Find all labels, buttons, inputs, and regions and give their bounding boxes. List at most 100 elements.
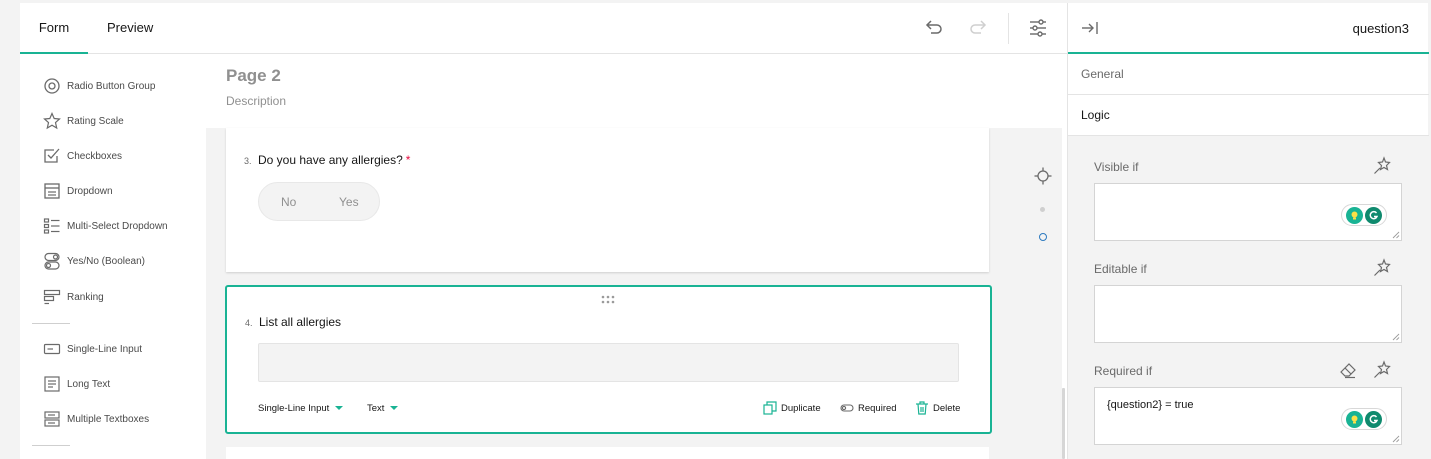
question-card-3[interactable]: 3. Do you have any allergies? * No Yes bbox=[226, 128, 989, 272]
chevron-down-icon bbox=[390, 406, 399, 410]
toolbox-divider bbox=[32, 323, 70, 324]
toolbox-item-label: Multiple Textboxes bbox=[67, 413, 150, 425]
chevron-down-icon bbox=[335, 406, 344, 410]
duplicate-button[interactable]: Duplicate bbox=[763, 401, 821, 415]
required-label: Required bbox=[858, 402, 897, 414]
bulb-icon bbox=[1346, 206, 1363, 224]
multi-select-icon bbox=[42, 216, 62, 236]
scrollbar[interactable] bbox=[1062, 388, 1065, 459]
collapse-panel-icon[interactable] bbox=[1080, 18, 1100, 38]
toolbox-item-multi-select-dropdown[interactable]: Multi-Select Dropdown bbox=[42, 215, 168, 237]
toolbox-item-label: Rating Scale bbox=[67, 115, 124, 127]
ranking-icon bbox=[42, 287, 62, 307]
navigator-current-page[interactable] bbox=[1039, 233, 1047, 241]
editable-if-input[interactable] bbox=[1094, 285, 1402, 343]
multiple-textboxes-icon bbox=[42, 409, 62, 429]
tab-form[interactable]: Form bbox=[20, 3, 88, 54]
selected-element-name: question3 bbox=[1352, 21, 1409, 36]
design-surface: Page 2 Description 3. Do you have any al… bbox=[206, 54, 1062, 459]
section-general[interactable]: General bbox=[1068, 54, 1429, 95]
tab-preview[interactable]: Preview bbox=[107, 3, 153, 53]
page-description[interactable]: Description bbox=[226, 94, 286, 108]
delete-button[interactable]: Delete bbox=[915, 401, 960, 415]
toolbox-item-long-text[interactable]: Long Text bbox=[42, 373, 110, 395]
question-number: 3. bbox=[244, 156, 252, 166]
toolbox-divider bbox=[32, 445, 70, 446]
drag-handle-icon[interactable] bbox=[601, 291, 615, 304]
dropdown-icon bbox=[42, 181, 62, 201]
checkbox-icon bbox=[42, 146, 62, 166]
logic-section-body: Visible if Editable if Required if {ques… bbox=[1068, 136, 1429, 459]
boolean-option-yes[interactable]: Yes bbox=[339, 195, 359, 209]
top-toolbar: Form Preview bbox=[20, 3, 1067, 54]
question-number: 4. bbox=[245, 318, 253, 328]
question-card-next[interactable] bbox=[226, 447, 989, 459]
question-card-4[interactable]: 4. List all allergies Single-Line Input … bbox=[225, 285, 992, 434]
required-if-value: {question2} = true bbox=[1107, 399, 1194, 411]
resize-grip-icon[interactable] bbox=[1392, 231, 1400, 239]
toolbox-item-ranking[interactable]: Ranking bbox=[42, 286, 104, 308]
question-title[interactable]: List all allergies bbox=[259, 315, 341, 329]
radio-group-icon bbox=[42, 76, 62, 96]
section-logic[interactable]: Logic bbox=[1068, 95, 1429, 136]
toolbox-item-label: Dropdown bbox=[67, 185, 113, 197]
toolbox-item-multiple-textboxes[interactable]: Multiple Textboxes bbox=[42, 408, 149, 430]
crosshair-icon[interactable] bbox=[1034, 167, 1052, 185]
page-header: Page 2 Description bbox=[206, 54, 1062, 128]
required-mark: * bbox=[405, 153, 411, 167]
single-line-input-icon bbox=[42, 339, 62, 359]
duplicate-icon bbox=[763, 401, 777, 415]
input-type-dropdown[interactable]: Text bbox=[367, 401, 399, 415]
magic-wand-icon[interactable] bbox=[1372, 156, 1392, 176]
visible-if-input[interactable] bbox=[1094, 183, 1402, 241]
question-type-dropdown[interactable]: Single-Line Input bbox=[258, 401, 344, 415]
required-if-input[interactable]: {question2} = true bbox=[1094, 387, 1402, 445]
boolean-option-no[interactable]: No bbox=[281, 195, 296, 209]
page-title[interactable]: Page 2 bbox=[226, 66, 281, 86]
visible-if-label: Visible if bbox=[1094, 160, 1139, 174]
toolbox-item-label: Multi-Select Dropdown bbox=[67, 220, 168, 232]
toolbox-item-label: Ranking bbox=[67, 291, 104, 303]
single-line-text-input[interactable] bbox=[258, 343, 959, 382]
required-if-label: Required if bbox=[1094, 364, 1153, 378]
toolbox-item-single-line-input[interactable]: Single-Line Input bbox=[42, 338, 142, 360]
grammarly-widget[interactable] bbox=[1341, 204, 1387, 226]
delete-label: Delete bbox=[933, 402, 961, 414]
toolbox-item-label: Checkboxes bbox=[67, 150, 123, 162]
question-title[interactable]: Do you have any allergies? * bbox=[258, 153, 410, 167]
resize-grip-icon[interactable] bbox=[1392, 435, 1400, 443]
left-gutter bbox=[0, 0, 20, 459]
sliders-icon[interactable] bbox=[1027, 17, 1049, 39]
star-icon bbox=[42, 111, 62, 131]
section-label: General bbox=[1081, 67, 1124, 81]
toolbox-item-radio-group[interactable]: Radio Button Group bbox=[42, 75, 155, 97]
required-toggle[interactable]: Required bbox=[840, 401, 897, 415]
redo-icon[interactable] bbox=[967, 17, 989, 39]
grammarly-widget[interactable] bbox=[1341, 408, 1387, 430]
bulb-icon bbox=[1346, 410, 1363, 428]
survey-creator: Form Preview Radio Button Group Rating S… bbox=[0, 0, 1431, 459]
toolbox-item-checkboxes[interactable]: Checkboxes bbox=[42, 145, 122, 167]
toolbar-divider bbox=[1008, 13, 1009, 44]
toolbox-item-rating-scale[interactable]: Rating Scale bbox=[42, 110, 124, 132]
toggle-icon bbox=[42, 251, 62, 271]
input-type-label: Text bbox=[367, 402, 385, 414]
question-type-label: Single-Line Input bbox=[258, 402, 330, 414]
grammarly-icon bbox=[1365, 206, 1382, 224]
toolbox-item-dropdown[interactable]: Dropdown bbox=[42, 180, 113, 202]
property-grid: question3 General Logic Visible if Edita… bbox=[1067, 3, 1429, 459]
toolbox-item-label: Single-Line Input bbox=[67, 343, 143, 355]
toolbox-item-label: Yes/No (Boolean) bbox=[67, 255, 146, 267]
navigator-page-dot[interactable] bbox=[1040, 207, 1045, 212]
eraser-icon[interactable] bbox=[1338, 360, 1358, 380]
magic-wand-icon[interactable] bbox=[1372, 258, 1392, 278]
toggle-icon bbox=[840, 404, 854, 412]
question-title-text: Do you have any allergies? bbox=[258, 153, 403, 167]
toolbox-item-boolean[interactable]: Yes/No (Boolean) bbox=[42, 250, 145, 272]
section-label: Logic bbox=[1081, 108, 1110, 122]
trash-icon bbox=[916, 401, 928, 415]
resize-grip-icon[interactable] bbox=[1392, 333, 1400, 341]
undo-icon[interactable] bbox=[923, 17, 945, 39]
boolean-toggle[interactable]: No Yes bbox=[258, 182, 380, 221]
magic-wand-icon[interactable] bbox=[1372, 360, 1392, 380]
